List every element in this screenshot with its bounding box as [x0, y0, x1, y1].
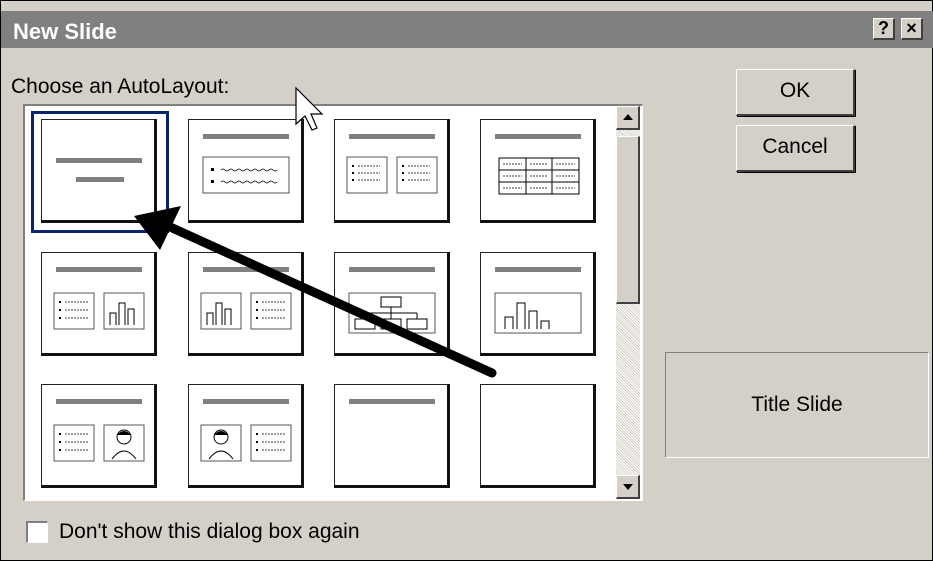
- annotation-arrow-icon: [134, 206, 497, 378]
- annotation-overlay: [134, 86, 497, 378]
- mouse-cursor-icon: [295, 86, 324, 131]
